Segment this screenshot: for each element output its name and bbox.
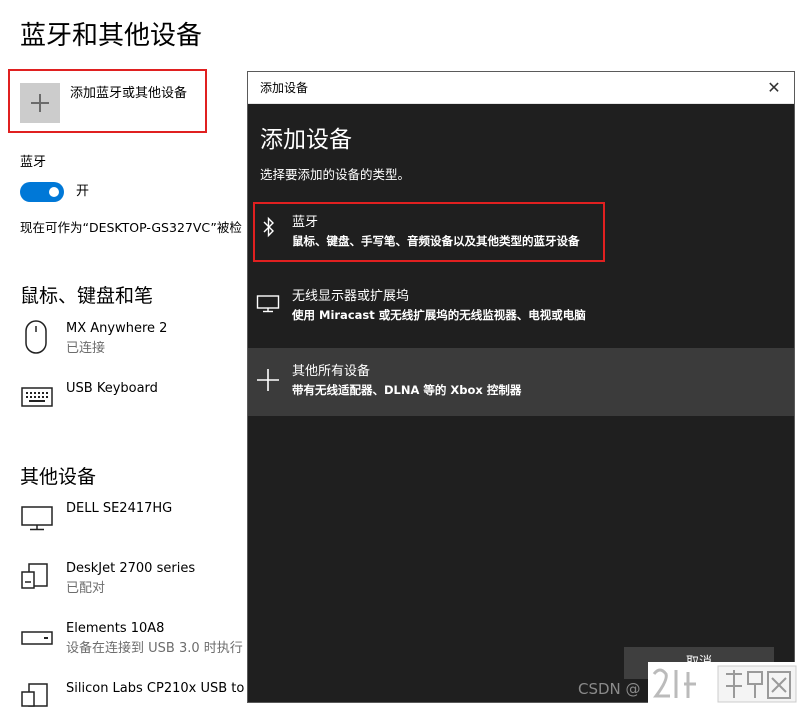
section-title-mice: 鼠标、键盘和笔 <box>20 285 154 307</box>
option-title: 无线显示器或扩展坞 <box>292 289 410 304</box>
add-device-dialog: 添加设备 ✕ 添加设备 选择要添加的设备的类型。 蓝牙 鼠标、键盘、手写笔、音频… <box>247 71 795 703</box>
device-status: 设备在连接到 USB 3.0 时执行 <box>66 641 243 656</box>
display-icon <box>256 294 280 318</box>
add-device-plus-icon[interactable] <box>20 83 60 123</box>
watermark-logo <box>648 662 800 706</box>
bluetooth-toggle[interactable] <box>20 182 64 202</box>
dialog-window-title: 添加设备 <box>260 81 309 95</box>
mouse-icon <box>20 320 54 360</box>
device-status: 已连接 <box>66 341 106 356</box>
bluetooth-label: 蓝牙 <box>20 155 47 170</box>
plus-icon <box>256 368 280 396</box>
device-name[interactable]: Elements 10A8 <box>66 620 246 638</box>
device-status: 已配对 <box>66 581 106 596</box>
device-name[interactable]: Silicon Labs CP210x USB to UA <box>66 680 246 698</box>
device-name[interactable]: DeskJet 2700 series <box>66 560 246 578</box>
option-everything-else[interactable]: 其他所有设备 带有无线适配器、DLNA 等的 Xbox 控制器 <box>248 348 794 416</box>
option-wireless-display[interactable]: 无线显示器或扩展坞 使用 Miracast 或无线扩展坞的无线监视器、电视或电脑 <box>248 272 794 342</box>
page-title: 蓝牙和其他设备 <box>20 21 203 51</box>
add-device-button[interactable]: 添加蓝牙或其他设备 <box>70 85 187 103</box>
dialog-subtitle: 选择要添加的设备的类型。 <box>260 167 411 182</box>
dialog-titlebar: 添加设备 ✕ <box>248 72 794 104</box>
device-name[interactable]: USB Keyboard <box>66 380 246 398</box>
option-title: 其他所有设备 <box>292 364 371 379</box>
option-description: 带有无线适配器、DLNA 等的 Xbox 控制器 <box>292 383 522 397</box>
close-icon[interactable]: ✕ <box>763 78 785 100</box>
dialog-heading: 添加设备 <box>260 127 352 153</box>
device-name[interactable]: MX Anywhere 2 <box>66 320 246 338</box>
monitor-icon <box>20 504 54 536</box>
option-description: 使用 Miracast 或无线扩展坞的无线监视器、电视或电脑 <box>292 308 586 322</box>
bluetooth-option-highlight <box>253 202 605 262</box>
keyboard-icon <box>20 384 54 414</box>
discoverable-text: 现在可作为“DESKTOP-GS327VC”被检 <box>20 220 242 235</box>
watermark-text: CSDN @ <box>578 680 641 698</box>
usb-device-icon <box>20 682 54 709</box>
bluetooth-toggle-state: 开 <box>76 184 90 199</box>
printer-icon <box>20 562 54 596</box>
device-name[interactable]: DELL SE2417HG <box>66 500 246 518</box>
section-title-other: 其他设备 <box>20 466 97 488</box>
drive-icon <box>20 628 54 652</box>
